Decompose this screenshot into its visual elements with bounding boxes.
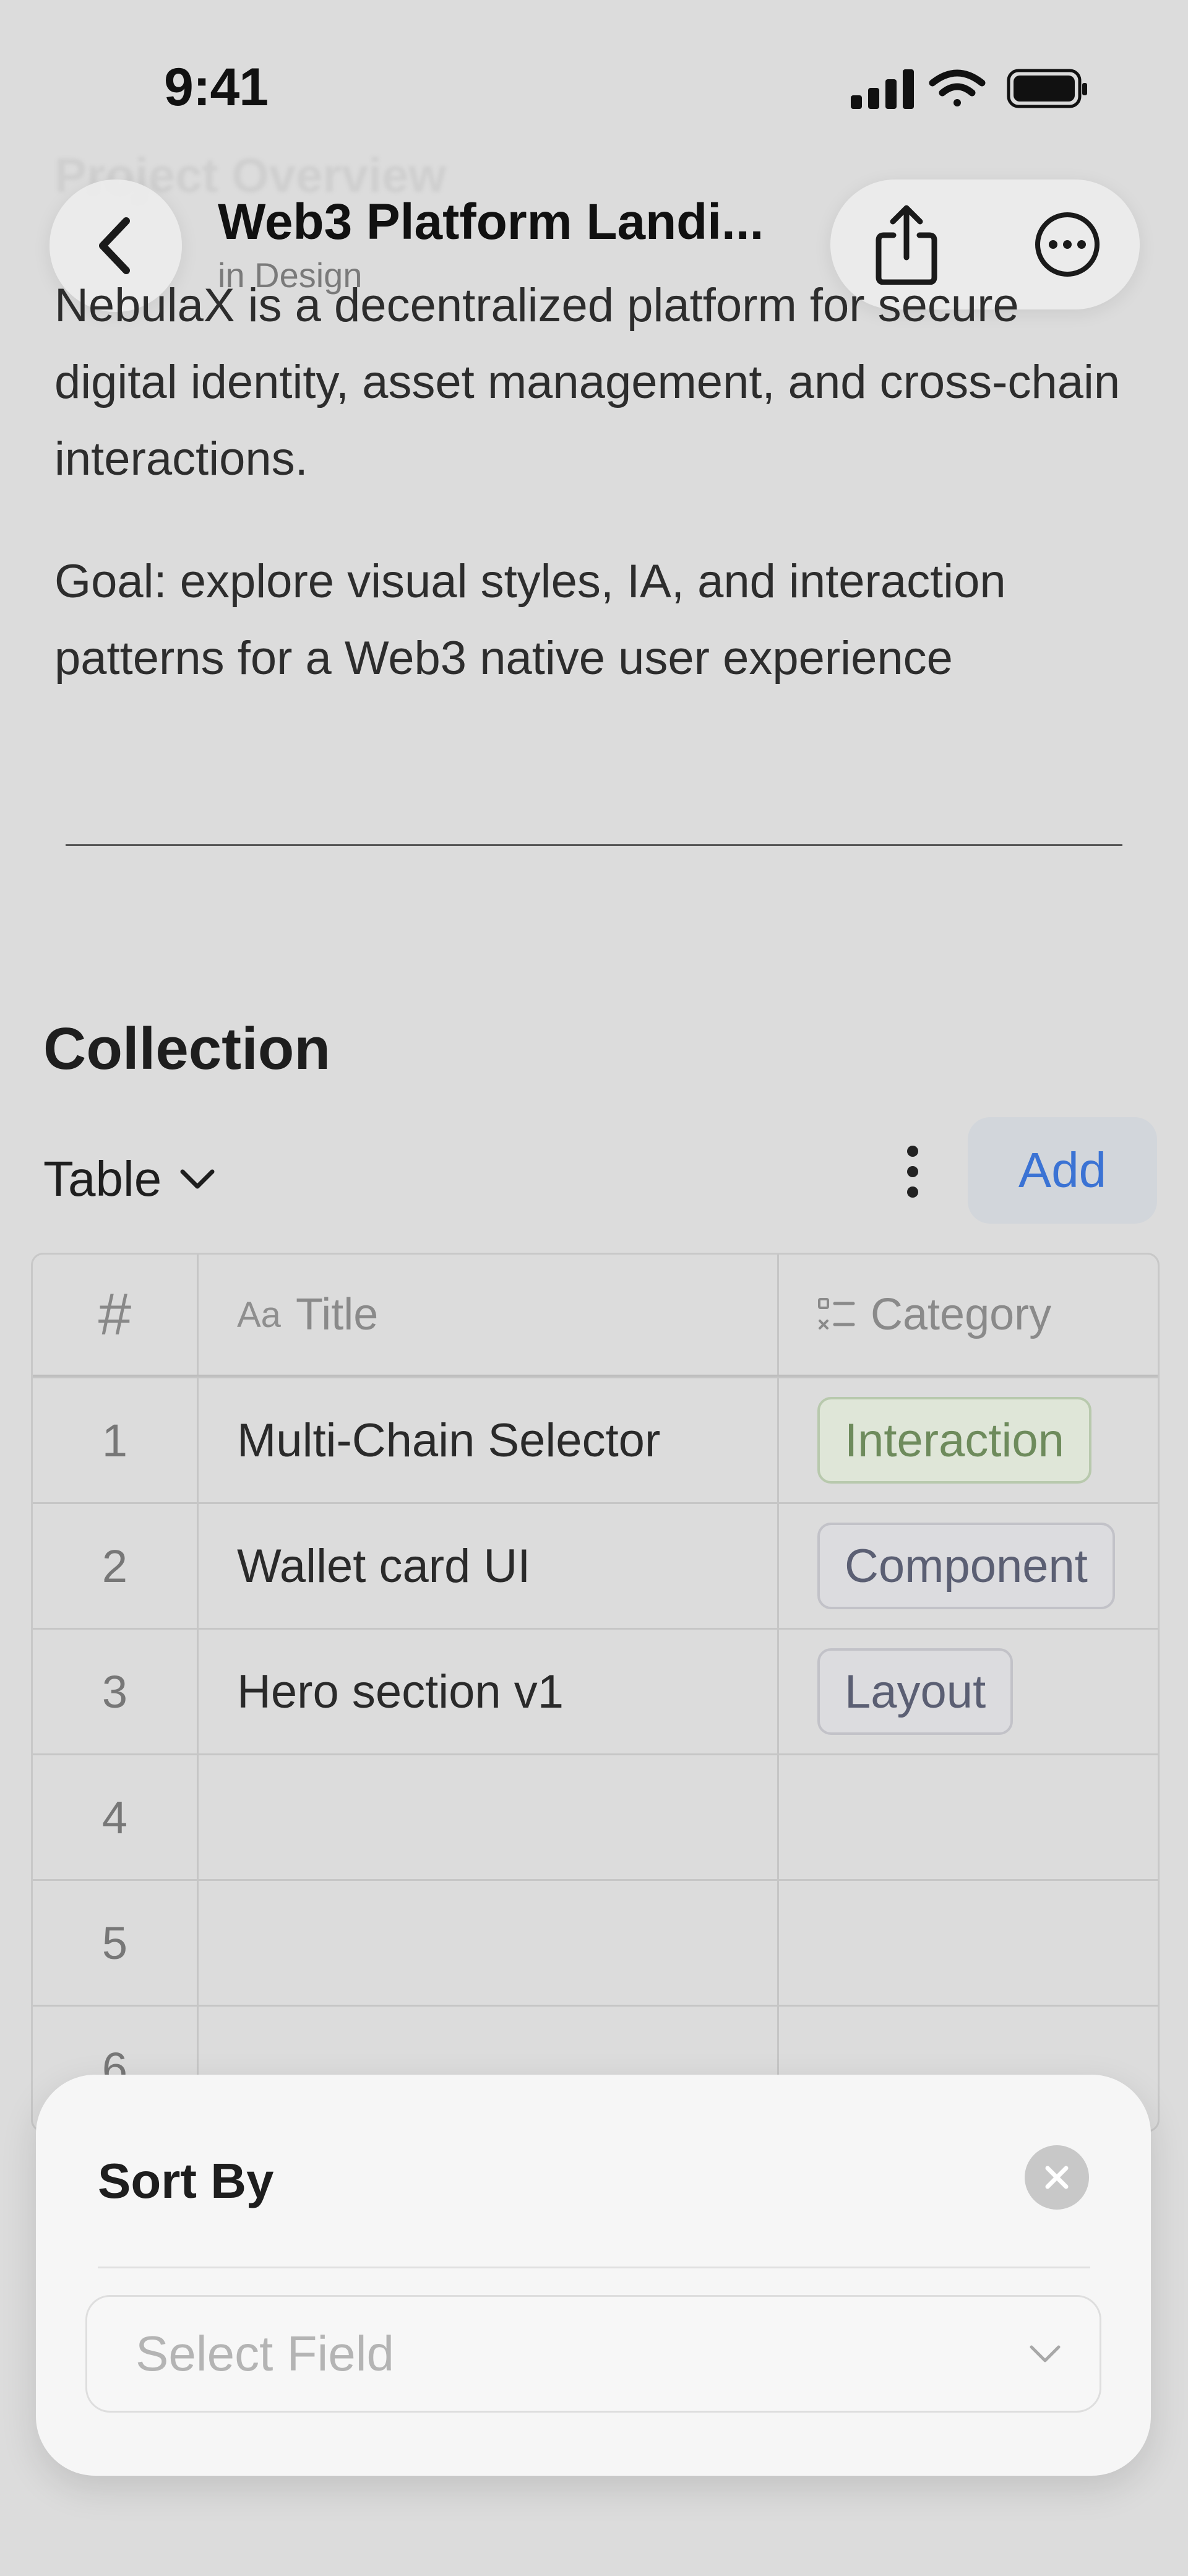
row-title[interactable]: Hero section v1 xyxy=(199,1630,779,1753)
column-title-header[interactable]: Aa Title xyxy=(199,1255,779,1375)
row-title[interactable] xyxy=(199,1755,779,1879)
table-row[interactable]: 5 xyxy=(33,1879,1158,2005)
table-row[interactable]: 4 xyxy=(33,1753,1158,1879)
close-button[interactable] xyxy=(1025,2145,1089,2210)
add-button[interactable]: Add xyxy=(968,1117,1157,1224)
goal-paragraph: Goal: explore visual styles, IA, and int… xyxy=(54,555,1006,685)
list-type-icon xyxy=(818,1298,855,1329)
row-category[interactable] xyxy=(779,1881,1158,2005)
collection-options-button[interactable] xyxy=(891,1138,934,1206)
column-category-header[interactable]: Category xyxy=(779,1255,1158,1375)
row-number: 5 xyxy=(33,1881,199,2005)
row-number: 1 xyxy=(33,1378,199,1502)
status-time: 9:41 xyxy=(164,58,269,117)
table-row[interactable]: 3 Hero section v1 Layout xyxy=(33,1628,1158,1753)
collection-title: Collection xyxy=(43,1016,331,1082)
battery-icon xyxy=(1007,69,1087,108)
row-number: 2 xyxy=(33,1504,199,1628)
row-category[interactable]: Component xyxy=(779,1504,1158,1628)
row-title[interactable] xyxy=(199,1881,779,2005)
sort-by-sheet xyxy=(36,2075,1151,2476)
row-number: 3 xyxy=(33,1630,199,1753)
table-row[interactable]: 1 Multi-Chain Selector Interaction xyxy=(33,1377,1158,1502)
status-icons xyxy=(851,69,1087,109)
close-icon xyxy=(1045,2166,1069,2189)
table-header: # Aa Title Category xyxy=(33,1255,1158,1377)
row-title[interactable]: Multi-Chain Selector xyxy=(199,1378,779,1502)
table-row[interactable]: 2 Wallet card UI Component xyxy=(33,1502,1158,1628)
select-field-dropdown[interactable]: Select Field xyxy=(85,2295,1101,2413)
sheet-divider xyxy=(98,2267,1090,2268)
column-category-label: Category xyxy=(871,1290,1052,1339)
view-label: Table xyxy=(43,1151,162,1206)
wifi-icon xyxy=(929,69,986,106)
cellular-signal-icon xyxy=(851,69,914,109)
row-category[interactable] xyxy=(779,1755,1158,1879)
chevron-down-icon xyxy=(1030,2345,1061,2362)
view-selector[interactable]: Table xyxy=(43,1145,216,1213)
divider xyxy=(66,844,1122,846)
category-tag: Interaction xyxy=(817,1397,1091,1484)
description-paragraph: NebulaX is a decentralized platform for … xyxy=(54,279,1121,485)
vertical-ellipsis-icon xyxy=(907,1146,918,1198)
page-title: Web3 Platform Landi... xyxy=(218,194,764,250)
row-number: 4 xyxy=(33,1755,199,1879)
category-tag: Component xyxy=(817,1523,1115,1609)
category-tag: Layout xyxy=(817,1648,1014,1735)
row-category[interactable]: Interaction xyxy=(779,1378,1158,1502)
row-category[interactable]: Layout xyxy=(779,1630,1158,1753)
row-title[interactable]: Wallet card UI xyxy=(199,1504,779,1628)
select-field-placeholder: Select Field xyxy=(136,2326,394,2381)
collection-table: # Aa Title Category 1 Multi-Chain Select… xyxy=(31,1253,1160,2132)
column-number-header[interactable]: # xyxy=(33,1255,199,1375)
column-title-label: Title xyxy=(295,1290,379,1339)
chevron-down-icon xyxy=(180,1169,215,1189)
sheet-title: Sort By xyxy=(98,2153,274,2208)
text-type-icon: Aa xyxy=(237,1294,281,1335)
